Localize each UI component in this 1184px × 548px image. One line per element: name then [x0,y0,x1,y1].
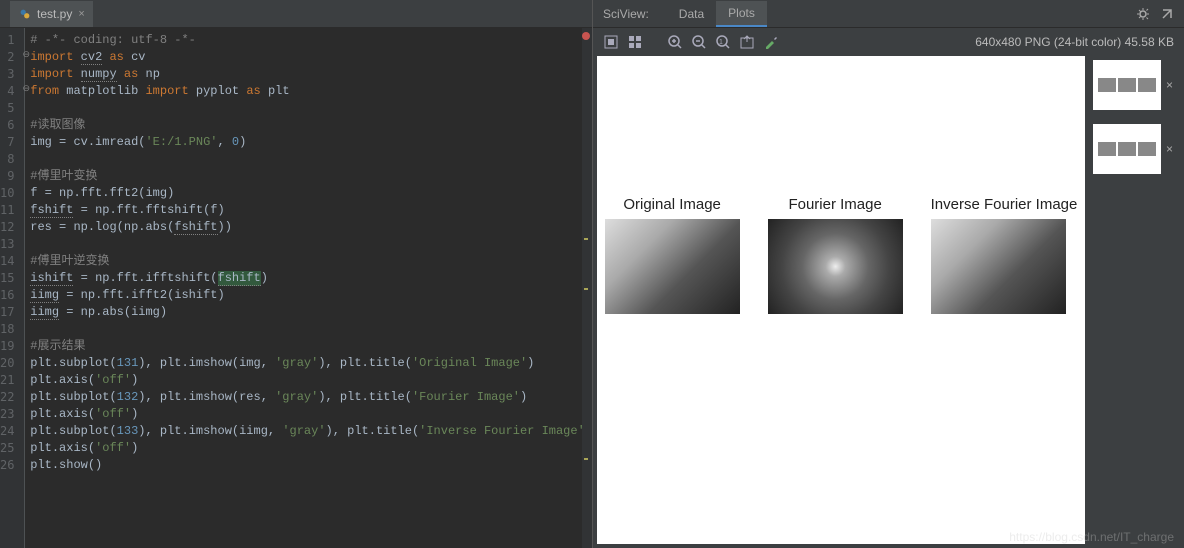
error-marker-icon[interactable] [582,32,590,40]
tab-plots[interactable]: Plots [716,1,767,27]
editor[interactable]: 1234567891011121314151617181920212223242… [0,28,592,548]
grid-icon[interactable] [627,34,643,50]
sciview-label: SciView: [603,7,649,21]
close-icon[interactable]: × [1166,142,1173,156]
plot-title-1: Original Image [605,196,740,213]
plot-toolbar: 1 640x480 PNG (24-bit color) 45.58 KB [593,28,1184,56]
sciview-header: SciView: Data Plots [593,0,1184,28]
hide-icon[interactable] [1160,7,1174,21]
editor-tab-bar: test.py × [0,0,592,28]
export-icon[interactable] [739,34,755,50]
zoom-actual-icon[interactable]: 1 [715,34,731,50]
warn-marker-icon[interactable] [584,238,588,240]
file-tab[interactable]: test.py × [10,1,93,27]
close-icon[interactable]: × [1166,78,1173,92]
tab-filename: test.py [37,7,72,21]
fit-icon[interactable] [603,34,619,50]
close-icon[interactable]: × [78,8,84,20]
warn-marker-icon[interactable] [584,288,588,290]
plot-title-2: Fourier Image [768,196,903,213]
plot-title-3: Inverse Fourier Image [931,196,1078,213]
color-picker-icon[interactable] [763,34,779,50]
plot-image-fourier [768,219,903,314]
plot-image-original [605,219,740,314]
error-stripe [582,28,592,548]
line-gutter: 1234567891011121314151617181920212223242… [0,28,20,548]
code-area[interactable]: # -*- coding: utf-8 -*-import cv2 as cvi… [25,28,592,548]
plot-info: 640x480 PNG (24-bit color) 45.58 KB [975,35,1174,49]
thumbnail[interactable] [1093,124,1161,174]
thumbnail[interactable] [1093,60,1161,110]
zoom-in-icon[interactable] [667,34,683,50]
python-icon [18,7,32,21]
plot-image-inverse [931,219,1066,314]
plot-canvas[interactable]: Original Image Fourier Image Inverse Fou… [597,56,1085,544]
plot-figure: Original Image Fourier Image Inverse Fou… [605,196,1078,314]
svg-text:1: 1 [719,39,723,46]
warn-marker-icon[interactable] [584,458,588,460]
gear-icon[interactable] [1136,7,1150,21]
zoom-out-icon[interactable] [691,34,707,50]
tab-data[interactable]: Data [667,2,716,26]
plot-thumbnails: × × [1089,56,1184,548]
